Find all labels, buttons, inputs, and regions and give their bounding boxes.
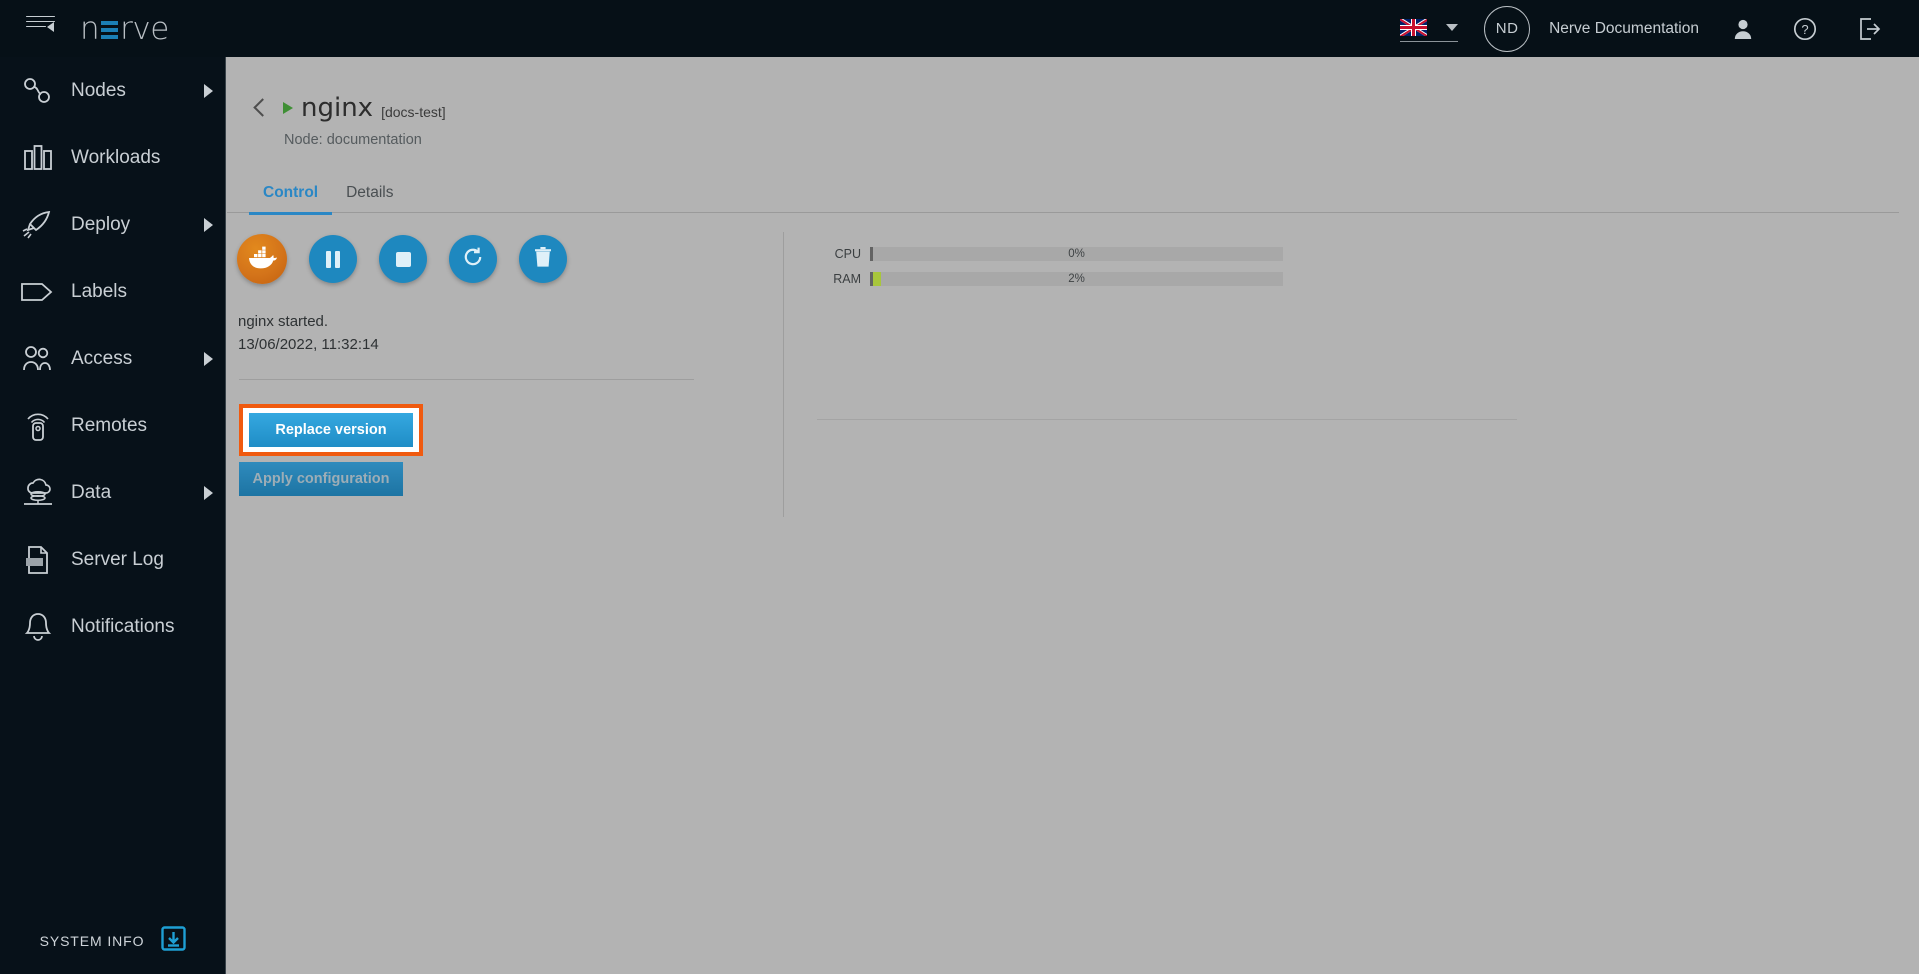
control-panel: nginx started. 13/06/2022, 11:32:14 Repl… [227, 207, 694, 507]
logo-text-suffix: rve [120, 10, 169, 47]
sidebar-item-workloads[interactable]: Workloads [0, 124, 225, 191]
page-title: nginx [301, 93, 374, 123]
chevron-right-icon [204, 83, 213, 98]
cloud-database-icon [17, 474, 59, 512]
chevron-right-icon [204, 217, 213, 232]
chevron-right-icon [204, 485, 213, 500]
status-block: nginx started. 13/06/2022, 11:32:14 [227, 284, 682, 357]
logo-e-icon [101, 20, 119, 39]
replace-version-button[interactable]: Replace version [249, 412, 413, 447]
sidebar-item-label: Notifications [71, 615, 175, 637]
sidebar-item-label: Data [71, 481, 112, 503]
sidebar-item-label: Server Log [71, 548, 164, 570]
nodes-icon [17, 72, 59, 110]
system-info-button[interactable]: SYSTEM INFO [0, 908, 226, 974]
stop-icon [395, 251, 411, 267]
sidebar-item-deploy[interactable]: Deploy [0, 191, 225, 258]
delete-button[interactable] [519, 235, 567, 283]
sidebar-item-nodes[interactable]: Nodes [0, 57, 225, 124]
resource-label: CPU [834, 247, 861, 261]
sidebar-item-label: Nodes [71, 79, 126, 101]
resource-usage-panel: CPU 0% RAM 2% [817, 247, 1877, 297]
replace-version-highlight: Replace version [239, 403, 423, 456]
bell-icon [17, 608, 59, 646]
resource-row-cpu: CPU 0% [817, 247, 1877, 261]
resource-label: RAM [833, 272, 861, 286]
top-header-bar: n rve ND Nerve Documentation ? [0, 0, 1919, 57]
docker-whale-icon [246, 244, 278, 275]
logo-text-prefix: n [80, 10, 100, 47]
sidebar-item-label: Workloads [71, 146, 161, 168]
sidebar-nav: Nodes Workloads Deploy Labels Access Rem… [0, 57, 226, 974]
rocket-icon [17, 206, 59, 244]
person-icon[interactable] [1733, 18, 1753, 40]
sidebar-item-label: Labels [71, 280, 127, 302]
pause-button[interactable] [309, 235, 357, 283]
system-info-label: SYSTEM INFO [39, 933, 145, 949]
svg-text:?: ? [1801, 22, 1808, 37]
chevron-down-icon [1446, 24, 1459, 31]
main-content: nginx [docs-test] Node: documentation Co… [227, 57, 1919, 974]
restart-icon [462, 246, 484, 273]
play-triangle-icon [283, 102, 293, 114]
sidebar-item-label: Access [71, 347, 133, 369]
bottom-button-group: Replace version Apply configuration [227, 380, 682, 496]
trash-icon [533, 246, 553, 273]
status-message: nginx started. [238, 313, 329, 330]
workload-version-label: [docs-test] [381, 104, 446, 120]
nerve-logo[interactable]: n rve [80, 11, 169, 47]
sidebar-item-notifications[interactable]: Notifications [0, 593, 225, 660]
pause-icon [326, 250, 340, 268]
language-selector[interactable] [1400, 15, 1459, 42]
resource-row-ram: RAM 2% [817, 272, 1877, 286]
back-chevron-icon[interactable] [249, 97, 271, 119]
stop-button[interactable] [379, 235, 427, 283]
remote-control-icon [17, 407, 59, 445]
panel-vertical-divider [783, 232, 784, 517]
uk-flag-icon [1400, 19, 1428, 36]
sidebar-item-label: Deploy [71, 213, 131, 235]
status-timestamp: 13/06/2022, 11:32:14 [238, 336, 379, 354]
avatar-initials: ND [1495, 20, 1519, 37]
download-box-icon [161, 926, 187, 956]
restart-button[interactable] [449, 235, 497, 283]
cpu-usage-value: 0% [1068, 248, 1085, 260]
page-header: nginx [docs-test] Node: documentation [227, 57, 1919, 148]
users-icon [17, 340, 59, 378]
resource-panel-divider [817, 419, 1517, 420]
workloads-bars-icon [17, 139, 59, 177]
log-file-icon [17, 541, 59, 579]
hamburger-collapse-icon[interactable] [26, 15, 58, 42]
account-name-label: Nerve Documentation [1549, 19, 1699, 37]
sidebar-item-server-log[interactable]: Server Log [0, 526, 225, 593]
ram-usage-bar: 2% [870, 272, 1283, 286]
action-button-row [227, 207, 682, 284]
tag-icon [17, 273, 59, 311]
collapse-arrow-icon [47, 22, 54, 33]
sidebar-item-label: Remotes [71, 414, 148, 436]
docker-logo-button[interactable] [237, 234, 287, 284]
node-label: Node: documentation [284, 132, 422, 148]
apply-configuration-button[interactable]: Apply configuration [239, 461, 403, 496]
sidebar-item-data[interactable]: Data [0, 459, 225, 526]
cpu-usage-bar: 0% [870, 247, 1283, 261]
chevron-right-icon [204, 351, 213, 366]
question-mark-icon[interactable]: ? [1793, 17, 1817, 41]
sidebar-item-labels[interactable]: Labels [0, 258, 225, 325]
title-row: nginx [docs-test] [227, 57, 1919, 123]
ram-usage-value: 2% [1068, 273, 1085, 285]
sidebar-item-access[interactable]: Access [0, 325, 225, 392]
logout-icon[interactable] [1857, 16, 1883, 42]
sidebar-item-remotes[interactable]: Remotes [0, 392, 225, 459]
avatar[interactable]: ND [1484, 5, 1531, 52]
